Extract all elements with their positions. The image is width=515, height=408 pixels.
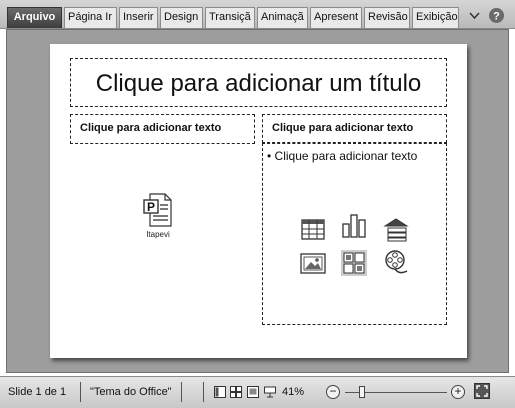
normal-view-icon[interactable]	[214, 385, 226, 398]
reading-view-icon[interactable]	[247, 385, 259, 398]
title-placeholder[interactable]: Clique para adicionar um título	[70, 58, 447, 107]
slide-canvas[interactable]: Clique para adicionar um título Clique p…	[50, 44, 467, 358]
tab-design[interactable]: Design	[160, 7, 203, 28]
zoom-in-button[interactable]: +	[451, 385, 465, 399]
fit-to-window-icon[interactable]	[474, 383, 490, 399]
ribbon-tab-bar: Arquivo Página Ir Inserir Design Transiç…	[0, 0, 515, 29]
theme-name[interactable]: "Tema do Office"	[90, 386, 172, 398]
insert-table-icon[interactable]	[300, 216, 326, 242]
help-icon[interactable]: ?	[488, 7, 505, 24]
slide-count: Slide 1 de 1	[8, 386, 67, 398]
zoom-slider-thumb[interactable]	[359, 386, 365, 398]
right-placeholder-text: Clique para adicionar texto	[272, 122, 414, 134]
tab-apresentacao[interactable]: Apresent	[310, 7, 362, 28]
content-placeholder-bullet: • Clique para adicionar texto	[267, 149, 418, 163]
slide-sorter-icon[interactable]	[230, 385, 242, 398]
tab-inserir[interactable]: Inserir	[119, 7, 158, 28]
chevron-down-icon[interactable]	[466, 7, 483, 24]
status-divider	[203, 382, 204, 402]
status-divider	[80, 382, 81, 402]
tab-revisao[interactable]: Revisão	[364, 7, 410, 28]
tab-arquivo[interactable]: Arquivo	[7, 7, 62, 28]
insert-clipart-icon[interactable]	[341, 250, 367, 276]
svg-text:?: ?	[493, 11, 500, 23]
insert-media-icon[interactable]	[383, 249, 409, 275]
insert-picture-icon[interactable]	[300, 250, 326, 276]
status-bar: Slide 1 de 1 "Tema do Office" 41% − +	[0, 376, 515, 408]
tab-transicoes[interactable]: Transiçã	[205, 7, 255, 28]
insert-chart-icon[interactable]	[341, 212, 367, 238]
title-placeholder-text: Clique para adicionar um título	[95, 70, 422, 97]
status-divider	[181, 382, 182, 402]
tab-animacoes[interactable]: Animaçã	[257, 7, 308, 28]
zoom-level[interactable]: 41%	[282, 386, 304, 398]
powerpoint-file-icon[interactable]: P	[143, 193, 173, 227]
insert-smartart-icon[interactable]	[383, 216, 409, 242]
slide-editing-area: Clique para adicionar um título Clique p…	[6, 29, 509, 373]
zoom-out-button[interactable]: −	[326, 385, 340, 399]
left-text-placeholder[interactable]: Clique para adicionar texto	[70, 114, 255, 144]
left-placeholder-text: Clique para adicionar texto	[80, 122, 222, 134]
svg-text:P: P	[147, 200, 155, 214]
slideshow-icon[interactable]	[264, 385, 276, 398]
right-text-placeholder[interactable]: Clique para adicionar texto	[262, 114, 447, 143]
tab-pagina-inicial[interactable]: Página Ir	[64, 7, 117, 28]
embedded-object-label: Itapevi	[146, 230, 170, 239]
tab-exibicao[interactable]: Exibição	[412, 7, 459, 28]
